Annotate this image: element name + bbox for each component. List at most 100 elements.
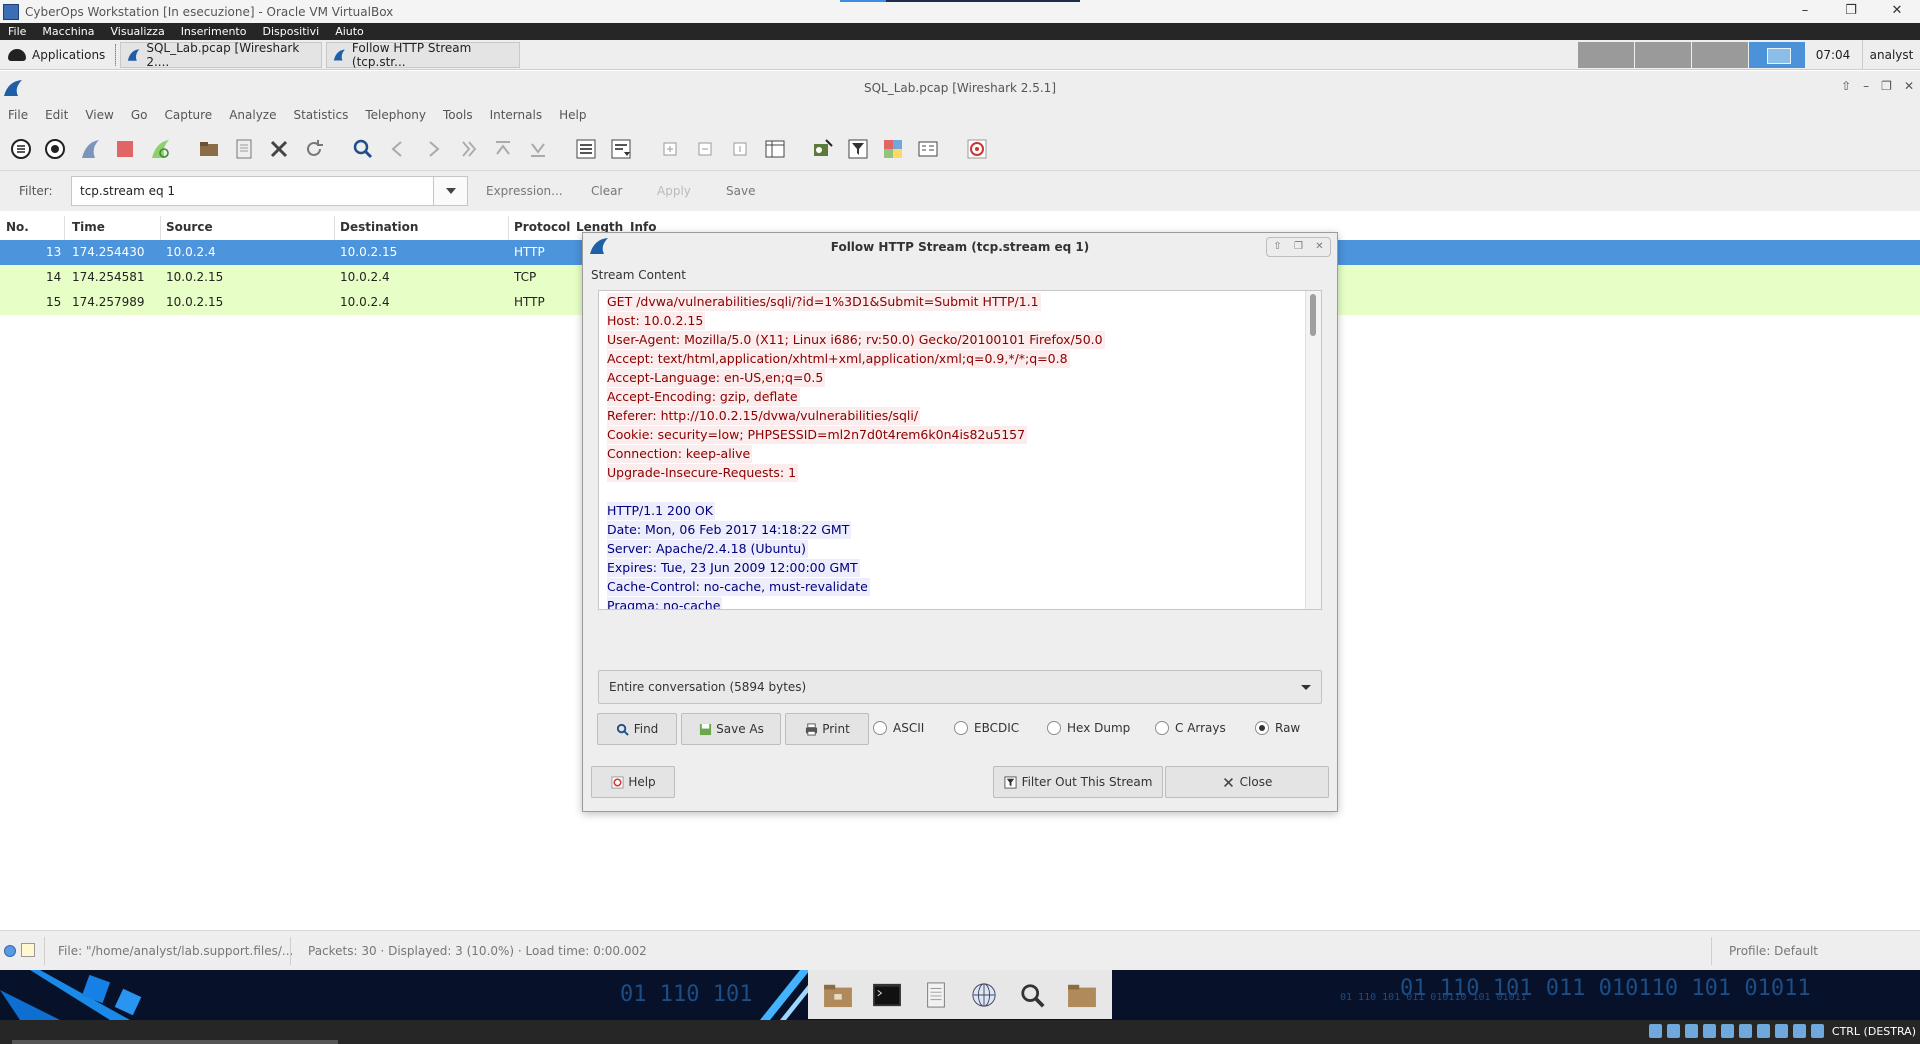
menu-go[interactable]: Go xyxy=(123,108,157,122)
close-dialog-button[interactable]: Close xyxy=(1165,766,1329,798)
user-menu[interactable]: analyst xyxy=(1862,40,1920,70)
display-icon[interactable] xyxy=(1757,1024,1770,1038)
menu-tools[interactable]: Tools xyxy=(435,108,482,122)
save-file-icon[interactable] xyxy=(232,137,256,161)
display-filters-icon[interactable] xyxy=(846,137,870,161)
stream-scrollbar[interactable] xyxy=(1305,291,1321,609)
shared-folders-icon[interactable] xyxy=(1739,1024,1752,1038)
zoom-in-icon[interactable] xyxy=(658,137,682,161)
workspace-2[interactable] xyxy=(1635,42,1691,68)
web-browser-icon[interactable] xyxy=(966,978,1002,1012)
dialog-keep-above-button[interactable]: ⇧ xyxy=(1267,238,1288,256)
go-forward-icon[interactable] xyxy=(421,137,445,161)
filter-expression-button[interactable]: Expression... xyxy=(486,184,563,198)
reload-icon[interactable] xyxy=(302,137,326,161)
optical-drive-icon[interactable] xyxy=(1667,1024,1680,1038)
file-manager-icon[interactable] xyxy=(820,978,856,1012)
column-header-time[interactable]: Time xyxy=(72,220,105,234)
terminal-icon[interactable] xyxy=(869,978,905,1012)
maximize-button[interactable]: ❐ xyxy=(1881,79,1892,93)
text-editor-icon[interactable] xyxy=(918,978,954,1012)
close-button[interactable]: ✕ xyxy=(1874,0,1920,23)
audio-icon[interactable] xyxy=(1685,1024,1698,1038)
colorize-icon[interactable] xyxy=(574,137,598,161)
column-header-no[interactable]: No. xyxy=(6,220,29,234)
menu-internals[interactable]: Internals xyxy=(482,108,552,122)
status-profile[interactable]: Profile: Default xyxy=(1729,944,1818,958)
filter-out-stream-button[interactable]: Filter Out This Stream xyxy=(993,766,1163,798)
open-file-icon[interactable] xyxy=(197,137,221,161)
workspace-3[interactable] xyxy=(1692,42,1748,68)
help-button[interactable]: Help xyxy=(591,766,675,798)
filter-history-dropdown[interactable] xyxy=(434,176,468,206)
go-back-icon[interactable] xyxy=(386,137,410,161)
recording-icon[interactable] xyxy=(1775,1024,1788,1038)
stream-text[interactable]: GET /dvwa/vulnerabilities/sqli/?id=1%3D1… xyxy=(599,291,1305,609)
save-as-button[interactable]: Save As xyxy=(681,713,781,745)
capture-options-icon[interactable] xyxy=(43,137,67,161)
stream-content-view[interactable]: GET /dvwa/vulnerabilities/sqli/?id=1%3D1… xyxy=(598,290,1322,610)
usb-icon[interactable] xyxy=(1721,1024,1734,1038)
workspace-4[interactable] xyxy=(1749,42,1805,68)
workspace-switcher[interactable] xyxy=(1578,42,1806,68)
minimize-button[interactable]: – xyxy=(1782,0,1828,23)
conversation-select[interactable]: Entire conversation (5894 bytes) xyxy=(598,670,1322,704)
last-packet-icon[interactable] xyxy=(526,137,550,161)
menu-analyze[interactable]: Analyze xyxy=(221,108,285,122)
restart-capture-icon[interactable] xyxy=(148,137,172,161)
vbox-menu-view[interactable]: Visualizza xyxy=(103,25,173,38)
search-icon[interactable] xyxy=(1015,978,1051,1012)
column-header-protocol[interactable]: Protocol xyxy=(514,220,570,234)
clock[interactable]: 07:04 xyxy=(1808,40,1858,70)
close-file-icon[interactable] xyxy=(267,137,291,161)
network-icon[interactable] xyxy=(1703,1024,1716,1038)
menu-view[interactable]: View xyxy=(77,108,122,122)
workspace-1[interactable] xyxy=(1578,42,1634,68)
preferences-icon[interactable] xyxy=(916,137,940,161)
restore-button[interactable]: ❐ xyxy=(1828,0,1874,23)
dialog-maximize-button[interactable]: ❐ xyxy=(1288,238,1309,256)
resize-columns-icon[interactable] xyxy=(763,137,787,161)
auto-scroll-icon[interactable] xyxy=(609,137,633,161)
vbox-menu-file[interactable]: File xyxy=(0,25,34,38)
normal-size-icon[interactable] xyxy=(728,137,752,161)
stop-capture-icon[interactable] xyxy=(113,137,137,161)
column-header-source[interactable]: Source xyxy=(166,220,213,234)
format-radio-raw[interactable]: Raw xyxy=(1255,721,1300,735)
close-button[interactable]: ✕ xyxy=(1904,79,1914,93)
vbox-menu-help[interactable]: Aiuto xyxy=(327,25,372,38)
format-radio-hex-dump[interactable]: Hex Dump xyxy=(1047,721,1130,735)
vbox-menu-machine[interactable]: Macchina xyxy=(34,25,102,38)
taskbar-item-follow-stream[interactable]: Follow HTTP Stream (tcp.str... xyxy=(326,41,521,69)
filter-clear-button[interactable]: Clear xyxy=(591,184,622,198)
menu-telephony[interactable]: Telephony xyxy=(357,108,435,122)
vbox-menu-input[interactable]: Inserimento xyxy=(173,25,255,38)
format-radio-ascii[interactable]: ASCII xyxy=(873,721,924,735)
start-capture-icon[interactable] xyxy=(78,137,102,161)
cpu-icon[interactable] xyxy=(1793,1024,1806,1038)
format-radio-c-arrays[interactable]: C Arrays xyxy=(1155,721,1226,735)
filter-apply-button[interactable]: Apply xyxy=(657,184,691,198)
expert-info-icon[interactable] xyxy=(4,945,16,957)
capture-filters-icon[interactable] xyxy=(811,137,835,161)
interfaces-icon[interactable] xyxy=(9,137,33,161)
menu-help[interactable]: Help xyxy=(551,108,595,122)
capture-comment-icon[interactable] xyxy=(21,943,35,957)
format-radio-ebcdic[interactable]: EBCDIC xyxy=(954,721,1019,735)
folder-icon[interactable] xyxy=(1064,978,1100,1012)
mouse-integration-icon[interactable] xyxy=(1811,1024,1824,1038)
coloring-rules-icon[interactable] xyxy=(881,137,905,161)
vbox-menu-devices[interactable]: Dispositivi xyxy=(254,25,327,38)
go-to-packet-icon[interactable] xyxy=(456,137,480,161)
minimize-button[interactable]: – xyxy=(1863,79,1869,93)
find-packet-icon[interactable] xyxy=(351,137,375,161)
taskbar-item-wireshark[interactable]: SQL_Lab.pcap [Wireshark 2.... xyxy=(120,41,323,69)
find-button[interactable]: Find xyxy=(597,713,677,745)
column-header-destination[interactable]: Destination xyxy=(340,220,418,234)
menu-capture[interactable]: Capture xyxy=(156,108,221,122)
hard-disk-icon[interactable] xyxy=(1649,1024,1662,1038)
filter-save-button[interactable]: Save xyxy=(726,184,755,198)
keep-above-button[interactable]: ⇧ xyxy=(1841,79,1851,93)
help-icon[interactable] xyxy=(965,137,989,161)
filter-input[interactable]: tcp.stream eq 1 xyxy=(71,176,434,206)
